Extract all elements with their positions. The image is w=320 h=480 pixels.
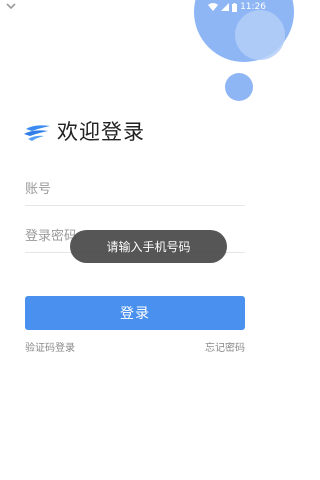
wifi-icon <box>208 3 219 11</box>
decorative-circle-small <box>225 73 253 101</box>
decorative-circle-overlay <box>235 10 285 60</box>
app-logo-icon <box>24 125 50 141</box>
login-button[interactable]: 登录 <box>25 296 245 330</box>
status-bar: 11:26 <box>0 0 270 14</box>
toast-text: 请输入手机号码 <box>106 240 191 254</box>
notification-icon <box>6 3 16 10</box>
forgot-password-link[interactable]: 忘记密码 <box>205 339 245 354</box>
account-input[interactable] <box>25 174 245 205</box>
page-title: 欢迎登录 <box>57 120 145 144</box>
sms-login-link[interactable]: 验证码登录 <box>25 339 75 354</box>
toast-message: 请输入手机号码 <box>70 230 227 263</box>
signal-icon <box>221 3 230 11</box>
battery-icon <box>232 2 238 12</box>
status-time: 11:26 <box>240 2 266 12</box>
account-field <box>25 174 245 206</box>
